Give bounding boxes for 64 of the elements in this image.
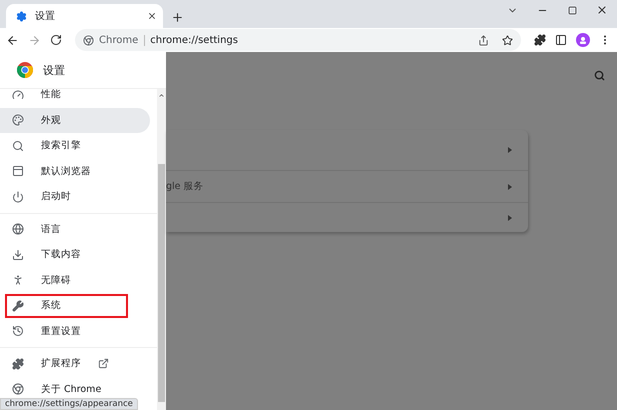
- history-icon: [12, 325, 24, 338]
- site-chip: Chrome: [99, 34, 146, 46]
- puzzle-icon[interactable]: [534, 34, 546, 46]
- wrench-icon: [12, 300, 24, 312]
- reload-icon[interactable]: [50, 34, 62, 46]
- arrow-right-icon: [508, 214, 512, 220]
- item-label: 关于 Chrome: [41, 382, 102, 396]
- person-icon: [12, 274, 24, 286]
- arrow-right-icon: [508, 184, 512, 190]
- item-label: 系统: [41, 299, 61, 312]
- item-label: 默认浏览器: [41, 164, 91, 178]
- arrow-right-icon: [508, 147, 512, 153]
- palette-icon: [12, 114, 24, 126]
- gauge-icon: [12, 89, 24, 101]
- menu-item[interactable]: 重置设置: [0, 318, 150, 344]
- chrome-logo-icon: [17, 62, 33, 78]
- item-label: 重置设置: [41, 324, 81, 338]
- side-panel-icon[interactable]: [555, 34, 567, 46]
- menu-item[interactable]: 系统: [0, 293, 150, 318]
- row-text: gle 服务: [166, 180, 205, 193]
- close-icon[interactable]: [147, 11, 157, 21]
- chrome-logo-icon: [12, 383, 24, 396]
- search-icon[interactable]: [594, 70, 605, 81]
- item-label: 语言: [41, 222, 61, 236]
- item-label: 搜索引擎: [41, 139, 81, 152]
- drawer-title: 设置: [43, 62, 65, 78]
- scrollbar-thumb[interactable]: [158, 164, 165, 402]
- menu-item[interactable]: 无障碍: [0, 268, 150, 293]
- avatar[interactable]: [576, 33, 590, 47]
- menu-item[interactable]: 性能: [0, 89, 150, 108]
- tab-title: 设置: [35, 10, 56, 23]
- menu-item[interactable]: 外观: [0, 108, 150, 133]
- share-icon[interactable]: [478, 34, 489, 46]
- menu-item[interactable]: 默认浏览器: [0, 158, 150, 184]
- search-icon: [12, 140, 24, 152]
- item-label: 外观: [41, 114, 61, 127]
- url-text: chrome://settings: [150, 34, 239, 46]
- address-bar[interactable]: Chrome chrome://settings: [75, 29, 521, 51]
- chrome-logo-icon: [83, 34, 94, 46]
- maximize-icon[interactable]: [568, 6, 576, 14]
- menu-item[interactable]: 搜索引擎: [0, 133, 150, 158]
- scrollbar[interactable]: [157, 89, 166, 410]
- power-icon: [12, 190, 24, 203]
- item-label: 启动时: [41, 190, 71, 204]
- scroll-up-icon[interactable]: [158, 92, 165, 99]
- menu-item[interactable]: 启动时: [0, 184, 150, 210]
- star-icon[interactable]: [502, 34, 513, 46]
- globe-icon: [12, 223, 24, 236]
- download-icon: [12, 248, 24, 261]
- menu-item[interactable]: 下载内容: [0, 242, 150, 268]
- item-label: 性能: [41, 89, 61, 102]
- close-icon[interactable]: [596, 4, 608, 16]
- item-label: 下载内容: [41, 248, 81, 262]
- new-tab-icon[interactable]: [171, 11, 184, 24]
- browser-window-icon: [12, 165, 24, 178]
- browser-tab[interactable]: 设置: [6, 4, 163, 28]
- menu-item[interactable]: 扩展程序: [0, 351, 150, 376]
- item-label: 扩展程序: [41, 357, 81, 370]
- menu-item[interactable]: 语言: [0, 216, 150, 242]
- back-icon[interactable]: [6, 34, 19, 46]
- external-link-icon[interactable]: [98, 358, 109, 370]
- status-tooltip: chrome://settings/appearance: [0, 398, 138, 410]
- item-label: 无障碍: [41, 274, 71, 287]
- puzzle-icon: [12, 358, 24, 370]
